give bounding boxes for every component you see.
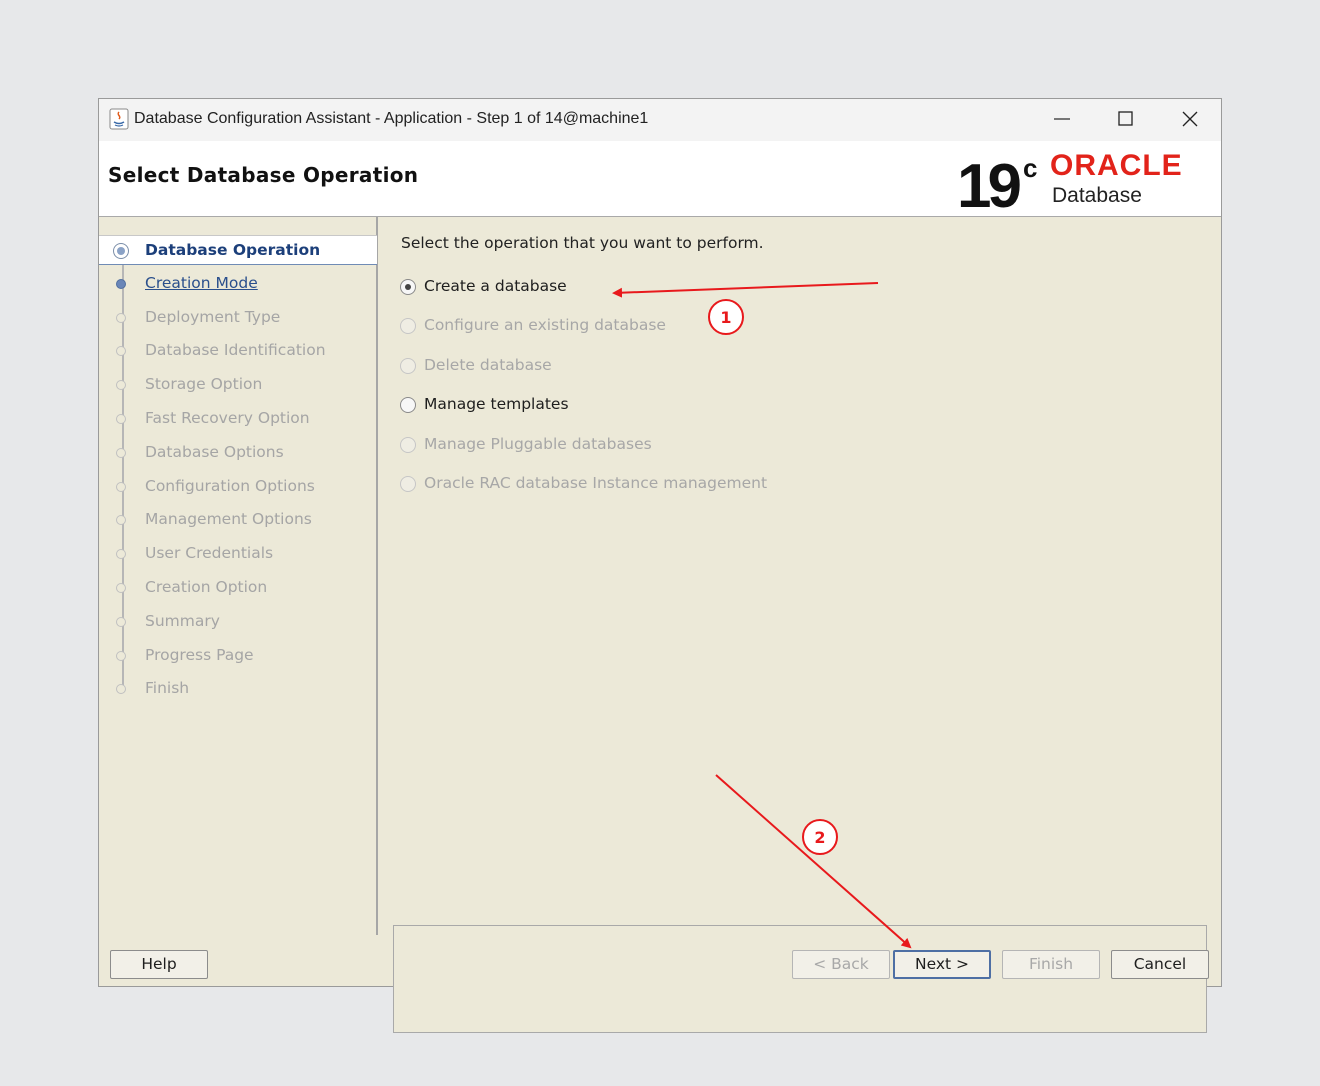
radio-button xyxy=(400,318,416,335)
step-status-icon xyxy=(116,312,126,323)
step-status-icon xyxy=(116,650,126,661)
option-label: Delete database xyxy=(424,355,552,374)
nav-step-label: Database Identification xyxy=(145,341,326,360)
step-status-icon xyxy=(116,447,126,458)
main-content: Select the operation that you want to pe… xyxy=(378,217,1223,1033)
option-label: Create a database xyxy=(424,277,567,295)
radio-button xyxy=(400,436,416,453)
radio-button[interactable] xyxy=(400,279,416,295)
nav-step-label: Finish xyxy=(145,679,190,698)
nav-step-label: Creation Option xyxy=(145,578,268,596)
nav-step-label: Progress Page xyxy=(145,645,254,664)
maximize-button[interactable] xyxy=(1103,103,1149,135)
nav-step-deployment-type: Deployment Type xyxy=(99,303,378,333)
option-configure-an-existing-database: Configure an existing database xyxy=(400,316,820,340)
step-status-icon xyxy=(116,414,126,424)
nav-step-label: Summary xyxy=(145,611,220,630)
close-icon xyxy=(1182,111,1198,127)
nav-step-label[interactable]: Creation Mode xyxy=(145,274,258,292)
step-status-icon xyxy=(116,278,126,289)
radio-button xyxy=(400,476,416,492)
nav-step-label: User Credentials xyxy=(145,544,274,563)
cancel-button[interactable]: Cancel xyxy=(1111,950,1209,979)
nav-step-database-identification: Database Identification xyxy=(99,336,378,366)
oracle-19c-logo: 19 c ORACLE Database xyxy=(957,149,1183,211)
nav-step-creation-option: Creation Option xyxy=(99,573,378,603)
minimize-button[interactable] xyxy=(1039,103,1085,135)
finish-button[interactable]: Finish xyxy=(1002,950,1100,979)
nav-step-label: Fast Recovery Option xyxy=(145,409,310,427)
nav-step-progress-page: Progress Page xyxy=(99,641,378,671)
radio-button[interactable] xyxy=(400,397,416,414)
step-status-icon xyxy=(116,549,126,560)
nav-step-label: Deployment Type xyxy=(145,307,281,326)
option-create-a-database[interactable]: Create a database xyxy=(400,277,820,301)
nav-step-database-options: Database Options xyxy=(99,438,378,468)
nav-step-summary: Summary xyxy=(99,607,378,637)
help-button[interactable]: Help xyxy=(110,950,208,979)
nav-step-label: Database Operation xyxy=(145,241,321,259)
step-status-icon xyxy=(116,684,126,695)
nav-step-storage-option: Storage Option xyxy=(99,370,378,400)
minimize-icon xyxy=(1054,118,1070,120)
nav-step-label: Management Options xyxy=(145,510,312,529)
option-oracle-rac-database-instance-management: Oracle RAC database Instance management xyxy=(400,474,820,498)
option-label: Oracle RAC database Instance management xyxy=(424,474,768,492)
steps-navigation: Database Operation Creation Mode Deploymen… xyxy=(99,217,378,935)
step-status-icon xyxy=(116,616,126,627)
page-header: Select Database Operation 19 c ORACLE Da… xyxy=(99,141,1221,217)
close-button[interactable] xyxy=(1167,103,1213,135)
radio-button xyxy=(400,357,416,374)
step-status-icon xyxy=(113,243,129,259)
option-manage-pluggable-databases: Manage Pluggable databases xyxy=(400,435,820,459)
java-app-icon xyxy=(109,108,129,130)
instruction-text: Select the operation that you want to pe… xyxy=(401,234,764,252)
logo-brand: ORACLE xyxy=(1050,149,1183,182)
next-button[interactable]: Next > xyxy=(893,950,991,979)
option-label: Manage templates xyxy=(424,395,569,414)
message-panel xyxy=(393,925,1207,1033)
back-button[interactable]: < Back xyxy=(792,950,890,979)
logo-superscript: c xyxy=(1023,153,1037,183)
logo-version: 19 xyxy=(957,152,1020,211)
option-label: Configure an existing database xyxy=(424,316,666,335)
nav-step-label: Configuration Options xyxy=(145,476,315,495)
title-bar: Database Configuration Assistant - Appli… xyxy=(99,99,1221,142)
option-manage-templates[interactable]: Manage templates xyxy=(400,395,820,419)
nav-step-creation-mode[interactable]: Creation Mode xyxy=(99,269,378,299)
step-status-icon xyxy=(116,481,126,492)
nav-step-management-options: Management Options xyxy=(99,505,378,535)
page-title: Select Database Operation xyxy=(108,163,419,187)
option-label: Manage Pluggable databases xyxy=(424,434,652,453)
dbca-window: Database Configuration Assistant - Appli… xyxy=(98,98,1223,1033)
step-status-icon xyxy=(116,346,126,357)
nav-step-label: Storage Option xyxy=(145,375,263,394)
nav-step-user-credentials: User Credentials xyxy=(99,539,378,569)
step-status-icon xyxy=(116,380,126,391)
nav-step-finish: Finish xyxy=(99,674,378,704)
nav-step-database-operation[interactable]: Database Operation xyxy=(99,235,377,265)
step-status-icon xyxy=(116,515,126,526)
option-delete-database: Delete database xyxy=(400,356,820,380)
step-status-icon xyxy=(116,583,126,593)
logo-product: Database xyxy=(1052,184,1142,207)
nav-step-fast-recovery-option: Fast Recovery Option xyxy=(99,404,378,434)
nav-step-label: Database Options xyxy=(145,442,284,461)
window-title: Database Configuration Assistant - Appli… xyxy=(134,110,649,127)
maximize-icon xyxy=(1118,111,1133,126)
nav-step-configuration-options: Configuration Options xyxy=(99,472,378,502)
